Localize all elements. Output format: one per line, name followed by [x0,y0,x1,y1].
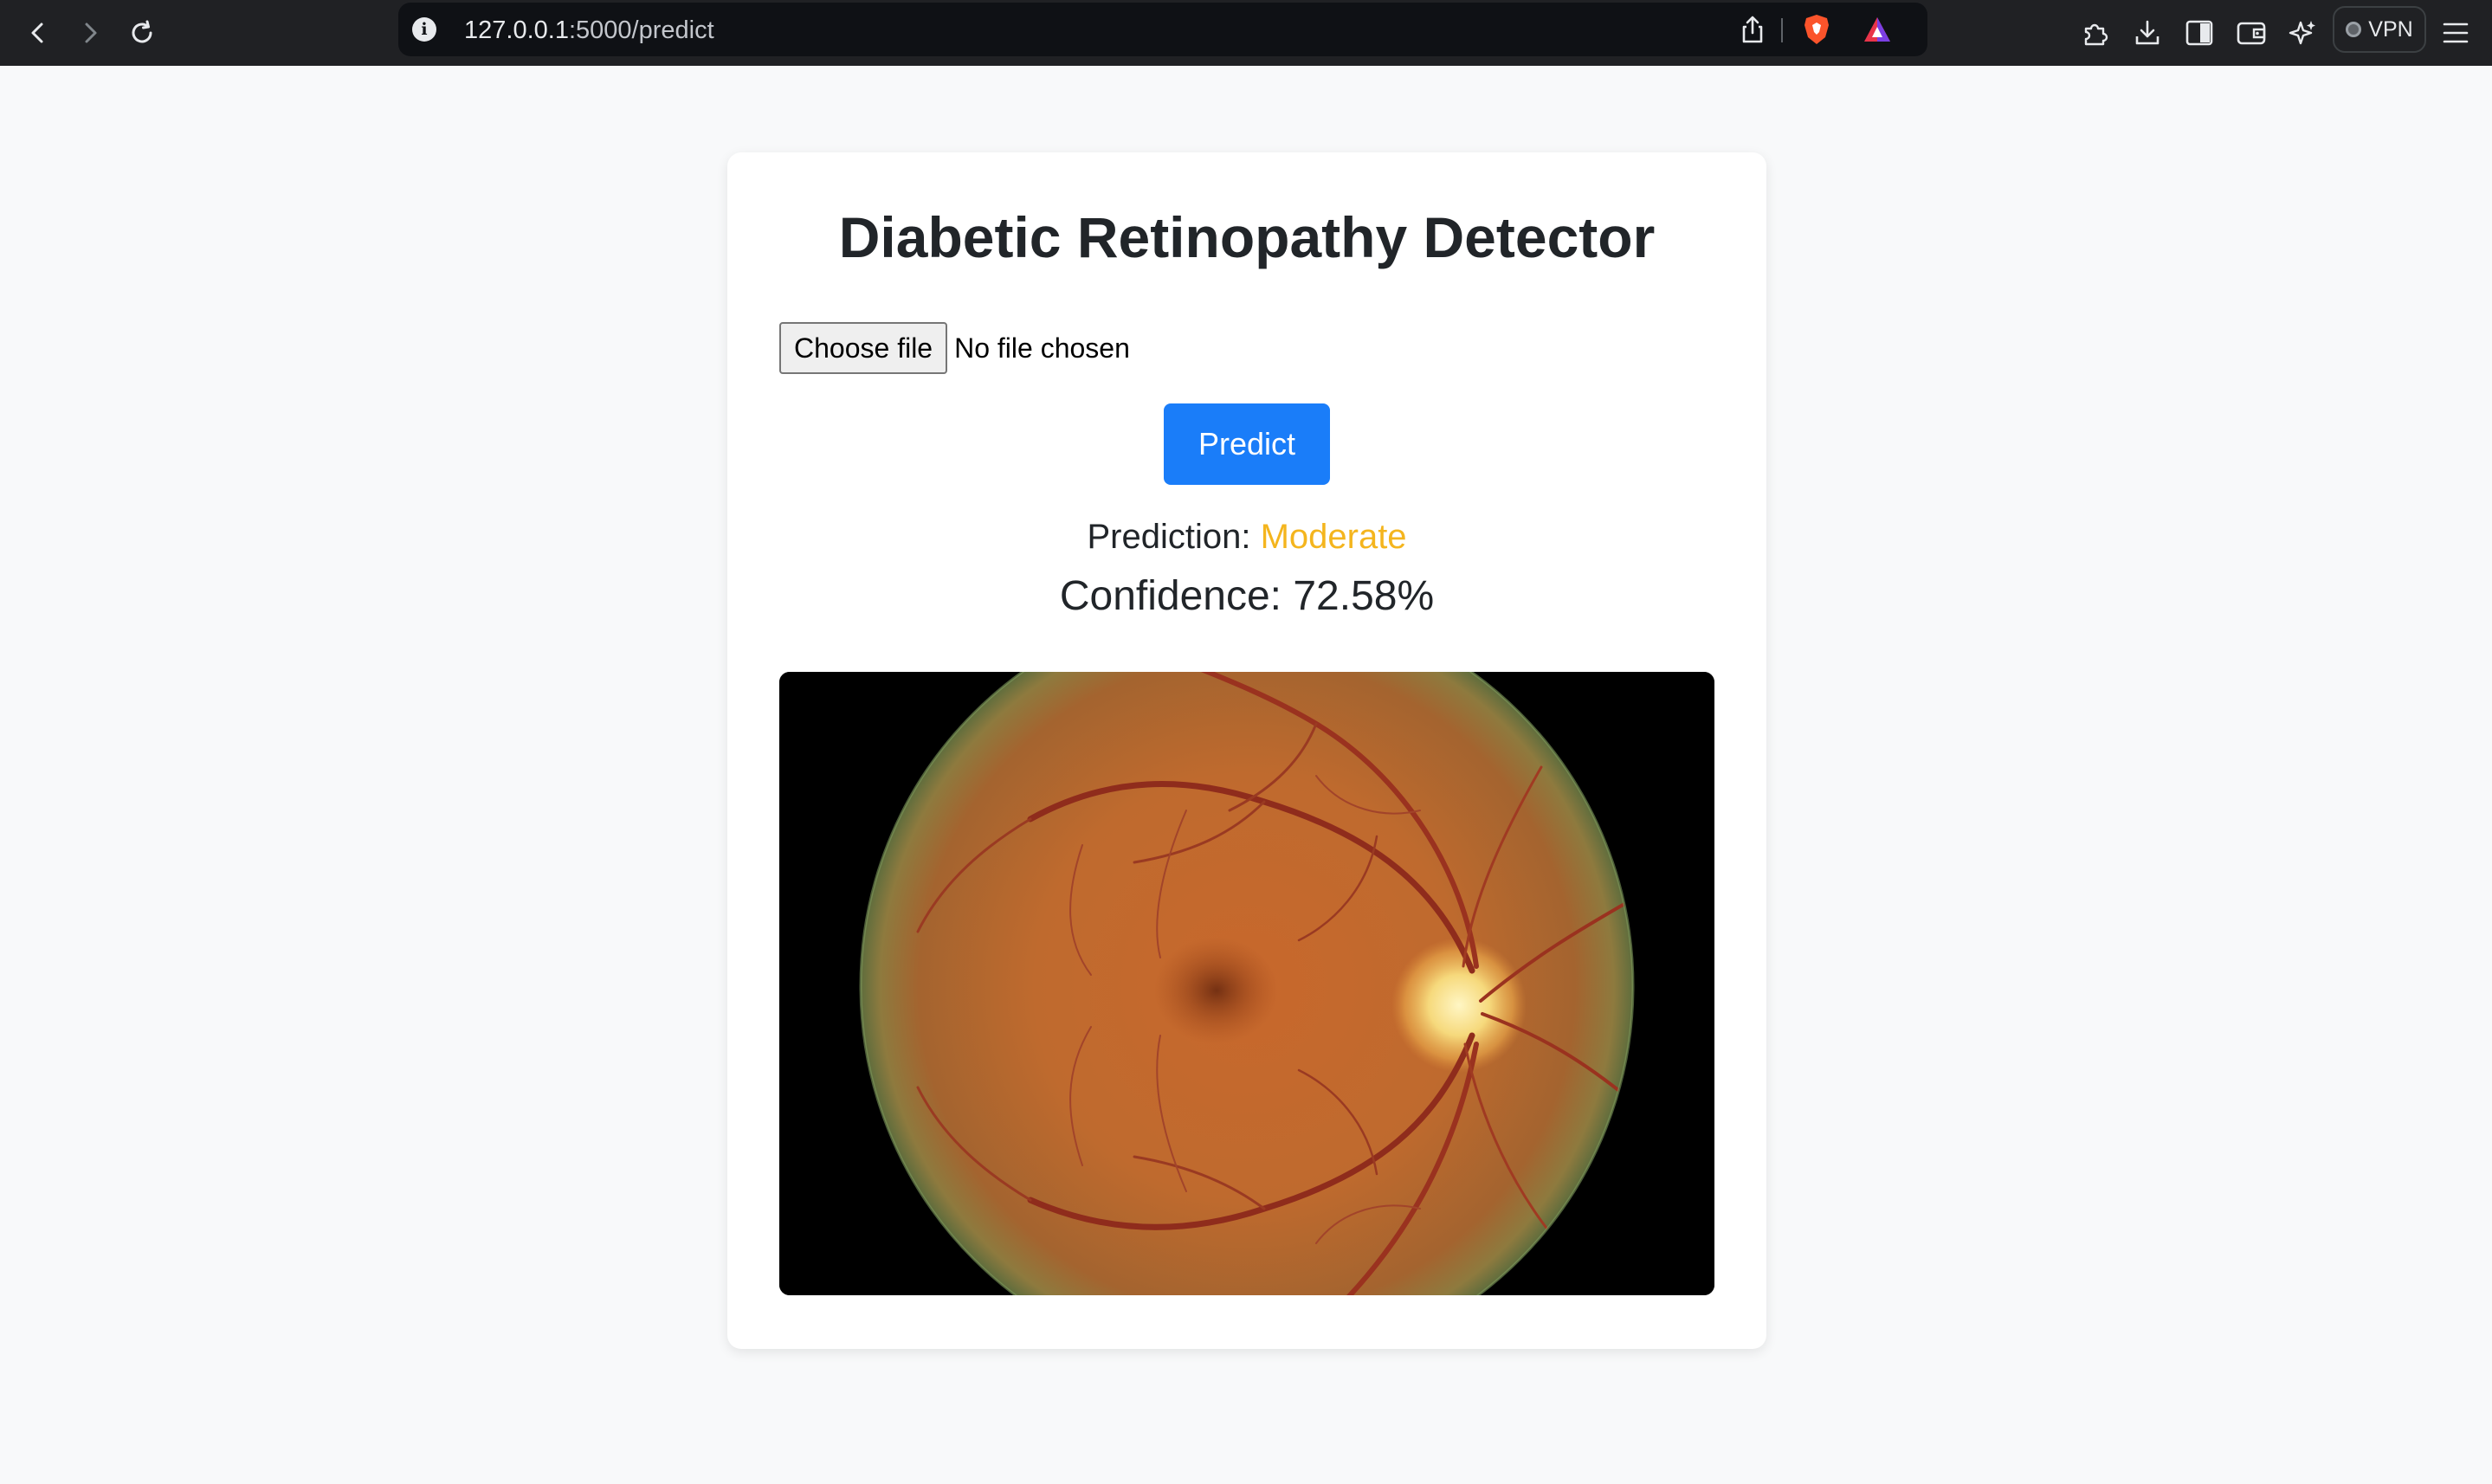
prediction-value: Moderate [1260,518,1407,556]
prediction-result: Prediction: Moderate [727,516,1766,558]
divider [1781,18,1783,42]
back-arrow-icon[interactable] [17,12,59,54]
confidence-text: Confidence: 72.58% [1059,573,1435,619]
downloads-icon[interactable] [2127,12,2168,54]
detector-card: Diabetic Retinopathy Detector Choose fil… [727,152,1766,1349]
share-icon[interactable] [1732,3,1773,56]
file-status: No file chosen [954,332,1130,364]
brave-shields-icon[interactable] [1796,3,1837,56]
browser-toolbar: i 127.0.0.1:5000/predict VPN [0,0,2492,66]
vpn-status-icon [2346,22,2362,37]
extensions-icon[interactable] [2075,12,2116,54]
forward-arrow-icon[interactable] [69,12,111,54]
url-text[interactable]: 127.0.0.1:5000/predict [464,16,714,45]
choose-file-button[interactable]: Choose file [779,322,948,374]
wallet-icon[interactable] [2231,12,2272,54]
leo-ai-icon[interactable] [2282,12,2324,54]
vpn-label: VPN [2368,16,2413,42]
vpn-button[interactable]: VPN [2333,6,2426,53]
page-title: Diabetic Retinopathy Detector [838,205,1656,269]
brave-rewards-icon[interactable] [1856,3,1898,56]
site-info-icon[interactable]: i [412,17,436,42]
sidebar-icon[interactable] [2179,12,2220,54]
menu-icon[interactable] [2435,12,2476,54]
file-input[interactable]: Choose file No file chosen [779,322,1130,374]
reload-icon[interactable] [121,12,163,54]
predict-button[interactable]: Predict [1164,403,1330,485]
retina-fundus-image [779,672,1714,1295]
prediction-label: Prediction: [1087,518,1251,556]
address-bar[interactable]: i 127.0.0.1:5000/predict [398,3,1927,56]
